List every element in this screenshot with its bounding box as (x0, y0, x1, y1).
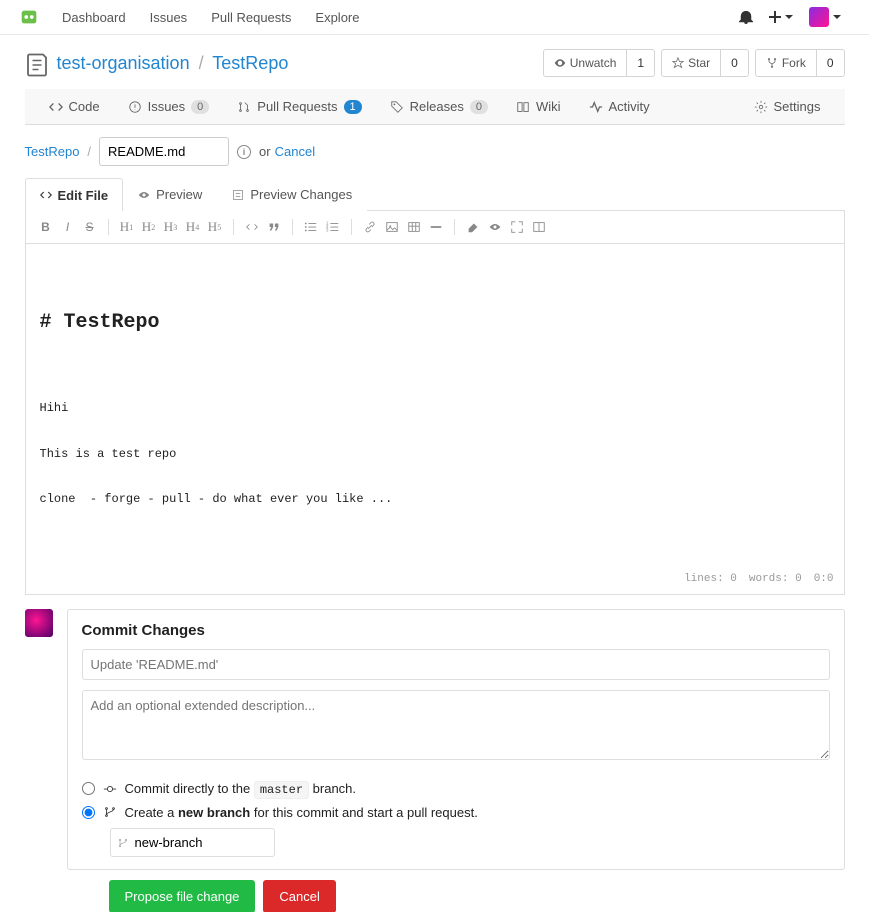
info-icon[interactable]: i (237, 145, 251, 159)
h4-button[interactable]: H4 (183, 217, 203, 237)
code-editor[interactable]: # TestRepo Hihi This is a test repo clon… (25, 244, 845, 595)
sidebyside-button[interactable] (529, 217, 549, 237)
code-button[interactable] (242, 217, 262, 237)
bold-button[interactable]: B (36, 217, 56, 237)
commit-description-input[interactable] (82, 690, 830, 760)
commit-direct-option[interactable]: Commit directly to the master branch. (82, 781, 830, 797)
commit-icon (103, 782, 117, 796)
nav-explore[interactable]: Explore (303, 0, 371, 35)
h3-button[interactable]: H3 (161, 217, 181, 237)
tag-icon (390, 100, 404, 114)
radio-direct[interactable] (82, 782, 95, 795)
clean-button[interactable] (463, 217, 483, 237)
user-menu[interactable] (809, 7, 841, 27)
star-button[interactable]: Star (661, 49, 721, 77)
pull-icon (237, 100, 251, 114)
star-count[interactable]: 0 (721, 49, 749, 77)
tab-preview[interactable]: Preview (123, 178, 217, 211)
repo-icon (25, 51, 49, 75)
eye-icon (138, 189, 150, 201)
commit-title: Commit Changes (82, 622, 830, 639)
gear-icon (754, 100, 768, 114)
table-button[interactable] (404, 217, 424, 237)
breadcrumb-root[interactable]: TestRepo (25, 144, 80, 159)
italic-button[interactable]: I (58, 217, 78, 237)
tab-wiki[interactable]: Wiki (502, 89, 575, 124)
filename-input[interactable] (99, 137, 229, 166)
tab-issues[interactable]: Issues 0 (114, 89, 224, 124)
pulls-badge: 1 (344, 100, 362, 114)
unwatch-button[interactable]: Unwatch (543, 49, 628, 77)
create-menu[interactable] (769, 11, 793, 23)
h2-button[interactable]: H2 (139, 217, 159, 237)
fullscreen-button[interactable] (507, 217, 527, 237)
new-branch-name-input[interactable] (110, 828, 275, 857)
tab-activity[interactable]: Activity (575, 89, 664, 124)
hr-button[interactable] (426, 217, 446, 237)
tab-pulls[interactable]: Pull Requests 1 (223, 89, 375, 124)
commit-form: Commit Changes Commit directly to the ma… (67, 609, 845, 870)
repo-name-link[interactable]: TestRepo (212, 53, 288, 73)
commit-summary-input[interactable] (82, 649, 830, 680)
pulse-icon (589, 100, 603, 114)
book-icon (516, 100, 530, 114)
notifications-icon[interactable] (739, 10, 753, 24)
editor-line-1: # TestRepo (40, 304, 830, 342)
cancel-button[interactable]: Cancel (263, 880, 335, 912)
fork-button[interactable]: Fork (755, 49, 817, 77)
nav-issues[interactable]: Issues (138, 0, 200, 35)
tab-code[interactable]: Code (35, 89, 114, 124)
strike-button[interactable]: S (80, 217, 100, 237)
gitea-logo[interactable] (18, 6, 40, 28)
star-icon (672, 57, 684, 69)
watch-count[interactable]: 1 (627, 49, 655, 77)
releases-badge: 0 (470, 100, 488, 114)
tab-preview-changes[interactable]: Preview Changes (217, 178, 367, 211)
commit-avatar-icon (25, 609, 53, 637)
link-button[interactable] (360, 217, 380, 237)
propose-change-button[interactable]: Propose file change (109, 880, 256, 912)
branch-icon (117, 835, 129, 849)
eye-icon (554, 57, 566, 69)
tab-releases[interactable]: Releases 0 (376, 89, 502, 124)
repo-header: test-organisation / TestRepo Unwatch 1 S… (25, 49, 845, 77)
branch-icon (103, 805, 117, 819)
edit-tabs: Edit File Preview Preview Changes (25, 178, 845, 211)
fork-count[interactable]: 0 (817, 49, 845, 77)
tab-edit-file[interactable]: Edit File (25, 178, 124, 211)
nav-pulls[interactable]: Pull Requests (199, 0, 303, 35)
issues-badge: 0 (191, 100, 209, 114)
ul-button[interactable] (301, 217, 321, 237)
fork-icon (766, 57, 778, 69)
preview-toggle-button[interactable] (485, 217, 505, 237)
repo-divider: / (199, 53, 204, 73)
quote-button[interactable] (264, 217, 284, 237)
image-button[interactable] (382, 217, 402, 237)
repo-tabs: Code Issues 0 Pull Requests 1 Releases 0… (25, 89, 845, 125)
radio-newbranch[interactable] (82, 806, 95, 819)
diff-icon (232, 189, 244, 201)
issue-icon (128, 100, 142, 114)
tab-settings[interactable]: Settings (740, 89, 835, 124)
ol-button[interactable]: 123 (323, 217, 343, 237)
svg-text:3: 3 (326, 227, 329, 232)
h5-button[interactable]: H5 (205, 217, 225, 237)
file-breadcrumb: TestRepo / i or Cancel (25, 125, 845, 178)
repo-owner-link[interactable]: test-organisation (57, 53, 190, 73)
h1-button[interactable]: H1 (117, 217, 137, 237)
or-label: or (259, 144, 271, 159)
editor-body: Hihi This is a test repo clone - forge -… (40, 397, 830, 511)
code-icon (49, 100, 63, 114)
editor-status-bar: lines: 0 words: 0 0:0 (684, 569, 833, 590)
user-avatar-icon (809, 7, 829, 27)
nav-dashboard[interactable]: Dashboard (50, 0, 138, 35)
editor-toolbar: B I S H1 H2 H3 H4 H5 123 (25, 211, 845, 244)
commit-newbranch-option[interactable]: Create a new branch for this commit and … (82, 805, 830, 820)
code-icon (40, 189, 52, 201)
cancel-edit-link[interactable]: Cancel (275, 144, 315, 159)
top-navbar: Dashboard Issues Pull Requests Explore (0, 0, 869, 35)
